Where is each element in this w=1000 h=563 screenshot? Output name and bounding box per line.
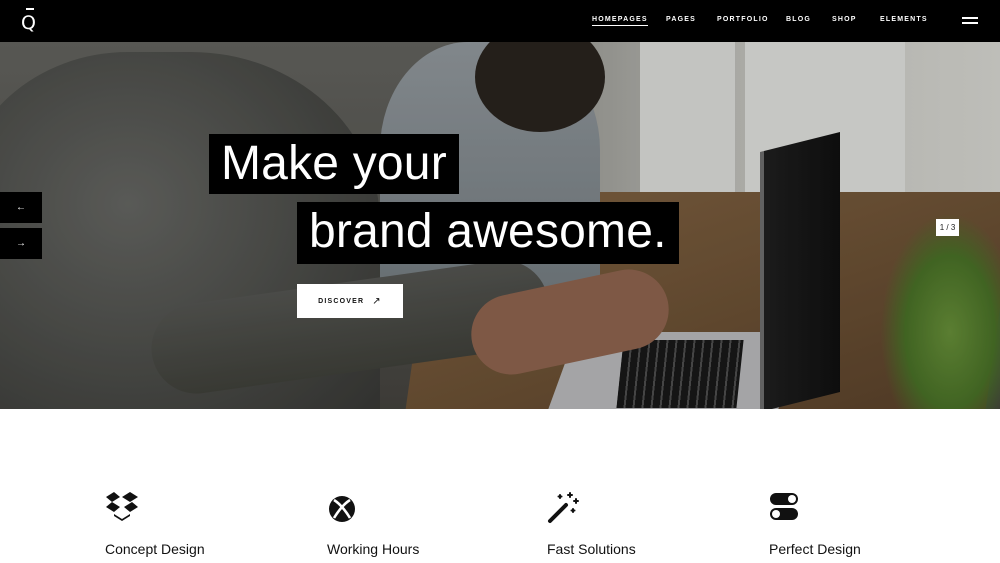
magic-wand-icon [548,492,579,523]
feature-concept-design: Concept Design [105,490,205,557]
top-navigation-bar: Q HOMEPAGES PAGES PORTFOLIO BLOG SHOP EL… [0,0,1000,42]
slider-next-button[interactable]: → [0,228,42,259]
feature-label: Fast Solutions [547,541,636,557]
arrow-up-right-icon: ↗ [372,295,382,307]
discover-button[interactable]: DISCOVER ↗ [297,284,403,318]
feature-working-hours: Working Hours [327,490,419,557]
feature-label: Concept Design [105,541,205,557]
discover-button-label: DISCOVER [318,297,365,305]
slide-counter: 1 / 3 [936,219,959,236]
toggle-icon [770,493,798,520]
xbox-icon [329,496,355,522]
hero-slider: Make your brand awesome. DISCOVER ↗ ← → … [0,42,1000,409]
logo-macron [26,8,34,10]
feature-perfect-design: Perfect Design [769,490,861,557]
logo-letter: Q [21,12,36,34]
logo[interactable]: Q [21,8,39,36]
nav-item-blog[interactable]: BLOG [786,16,811,23]
arrow-right-icon: → [16,238,26,249]
hero-headline-line-1: Make your [209,134,459,194]
hamburger-icon[interactable] [962,16,978,26]
arrow-left-icon: ← [16,202,26,213]
feature-label: Working Hours [327,541,420,557]
nav-item-shop[interactable]: SHOP [832,16,857,23]
slider-prev-button[interactable]: ← [0,192,42,223]
dropbox-icon [106,492,138,521]
feature-fast-solutions: Fast Solutions [547,490,636,557]
feature-label: Perfect Design [769,541,861,557]
nav-item-pages[interactable]: PAGES [666,16,696,23]
nav-item-homepages[interactable]: HOMEPAGES [592,16,648,26]
nav-item-portfolio[interactable]: PORTFOLIO [717,16,769,23]
hero-headline-line-2: brand awesome. [297,202,679,264]
nav-item-elements[interactable]: ELEMENTS [880,16,928,23]
